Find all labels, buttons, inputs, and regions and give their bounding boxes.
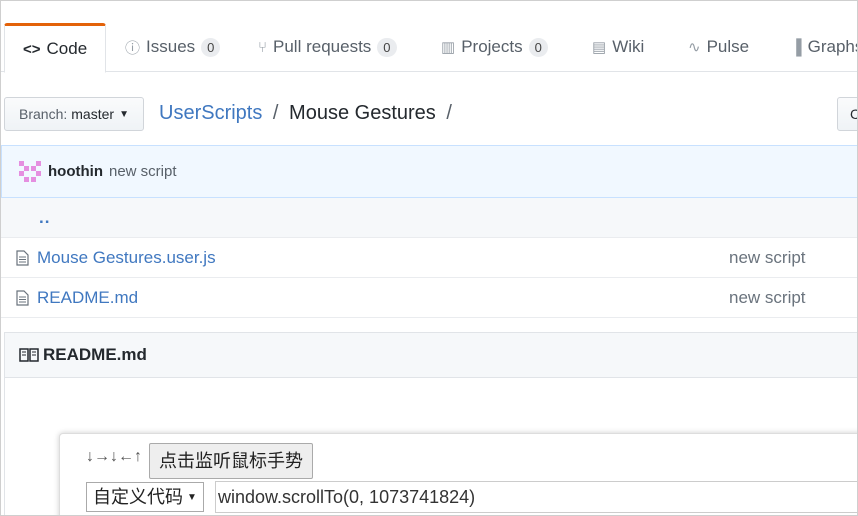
file-icon [16, 249, 29, 266]
pull-requests-counter: 0 [377, 37, 397, 57]
breadcrumb-repo-link[interactable]: UserScripts [159, 102, 262, 124]
repo-nav-tabs: <> Code ⓘ Issues 0 ⑂ Pull requests 0 ▥ P… [1, 1, 858, 73]
gesture-arrows-text: ↓→↓←↑ [86, 448, 142, 465]
tab-issues-label: Issues [146, 37, 196, 56]
projects-counter: 0 [528, 37, 548, 57]
tab-wiki-label: Wiki [612, 37, 645, 56]
listen-gesture-button[interactable]: 点击监听鼠标手势 [149, 443, 313, 479]
tab-graphs-label: Graphs [807, 37, 858, 56]
tab-pulse-label: Pulse [706, 37, 750, 56]
pulse-icon: ∿ [688, 39, 701, 56]
book-icon: ▤ [592, 39, 607, 56]
commit-message[interactable]: new script [109, 163, 177, 180]
file-commit-message[interactable]: new script [729, 288, 806, 308]
breadcrumb-separator: / [446, 102, 452, 124]
action-type-value: 自定义代码 [93, 487, 183, 507]
commit-author-link[interactable]: hoothin [48, 163, 103, 180]
readme-title: README.md [43, 345, 147, 364]
chevron-down-icon: ▼ [119, 108, 129, 120]
issue-icon: ⓘ [125, 39, 141, 57]
tab-code-label: Code [46, 39, 88, 58]
issues-counter: 0 [201, 37, 221, 57]
tab-code[interactable]: <> Code [4, 23, 107, 73]
readme-header: README.md [4, 332, 857, 378]
code-icon: <> [23, 40, 41, 58]
breadcrumb: UserScripts / Mouse Gestures / [159, 102, 457, 125]
tab-wiki[interactable]: ▤ Wiki [592, 23, 644, 71]
tab-pulse[interactable]: ∿ Pulse [688, 23, 749, 71]
pull-request-icon: ⑂ [258, 38, 268, 56]
graph-icon: ▐ [791, 38, 802, 56]
breadcrumb-separator: / [272, 102, 279, 124]
breadcrumb-folder: Mouse Gestures [289, 102, 436, 124]
file-row: README.md new script [1, 278, 857, 318]
branch-prefix: Branch: [19, 106, 68, 122]
project-icon: ▥ [441, 39, 456, 56]
chevron-down-icon: ▼ [187, 492, 197, 504]
gesture-settings-panel: ↓→↓←↑ 点击监听鼠标手势 自定义代码 ▼ [59, 433, 857, 515]
tab-pull-requests-label: Pull requests [273, 37, 372, 56]
file-icon [16, 289, 29, 306]
clone-button[interactable]: C [837, 97, 857, 131]
github-repo-page: <> Code ⓘ Issues 0 ⑂ Pull requests 0 ▥ P… [0, 0, 858, 516]
parent-directory-row[interactable]: .. [1, 198, 857, 238]
action-type-select[interactable]: 自定义代码 ▼ [86, 482, 204, 512]
custom-code-input[interactable] [215, 481, 857, 513]
file-row: Mouse Gestures.user.js new script [1, 238, 857, 278]
tab-projects-label: Projects [461, 37, 523, 56]
branch-select-button[interactable]: Branch: master ▼ [4, 97, 144, 131]
branch-name: master [71, 106, 115, 122]
file-commit-message[interactable]: new script [729, 248, 806, 268]
tab-pull-requests[interactable]: ⑂ Pull requests 0 [258, 23, 397, 71]
tab-issues[interactable]: ⓘ Issues 0 [125, 23, 221, 71]
tab-projects[interactable]: ▥ Projects 0 [441, 23, 548, 71]
book-icon [19, 348, 39, 362]
avatar[interactable] [19, 160, 41, 183]
parent-directory-link[interactable]: .. [39, 208, 50, 228]
tab-graphs[interactable]: ▐ Graphs [791, 23, 858, 71]
latest-commit-bar: hoothin new script [1, 145, 857, 198]
file-link[interactable]: README.md [37, 288, 138, 308]
file-link[interactable]: Mouse Gestures.user.js [37, 248, 216, 268]
